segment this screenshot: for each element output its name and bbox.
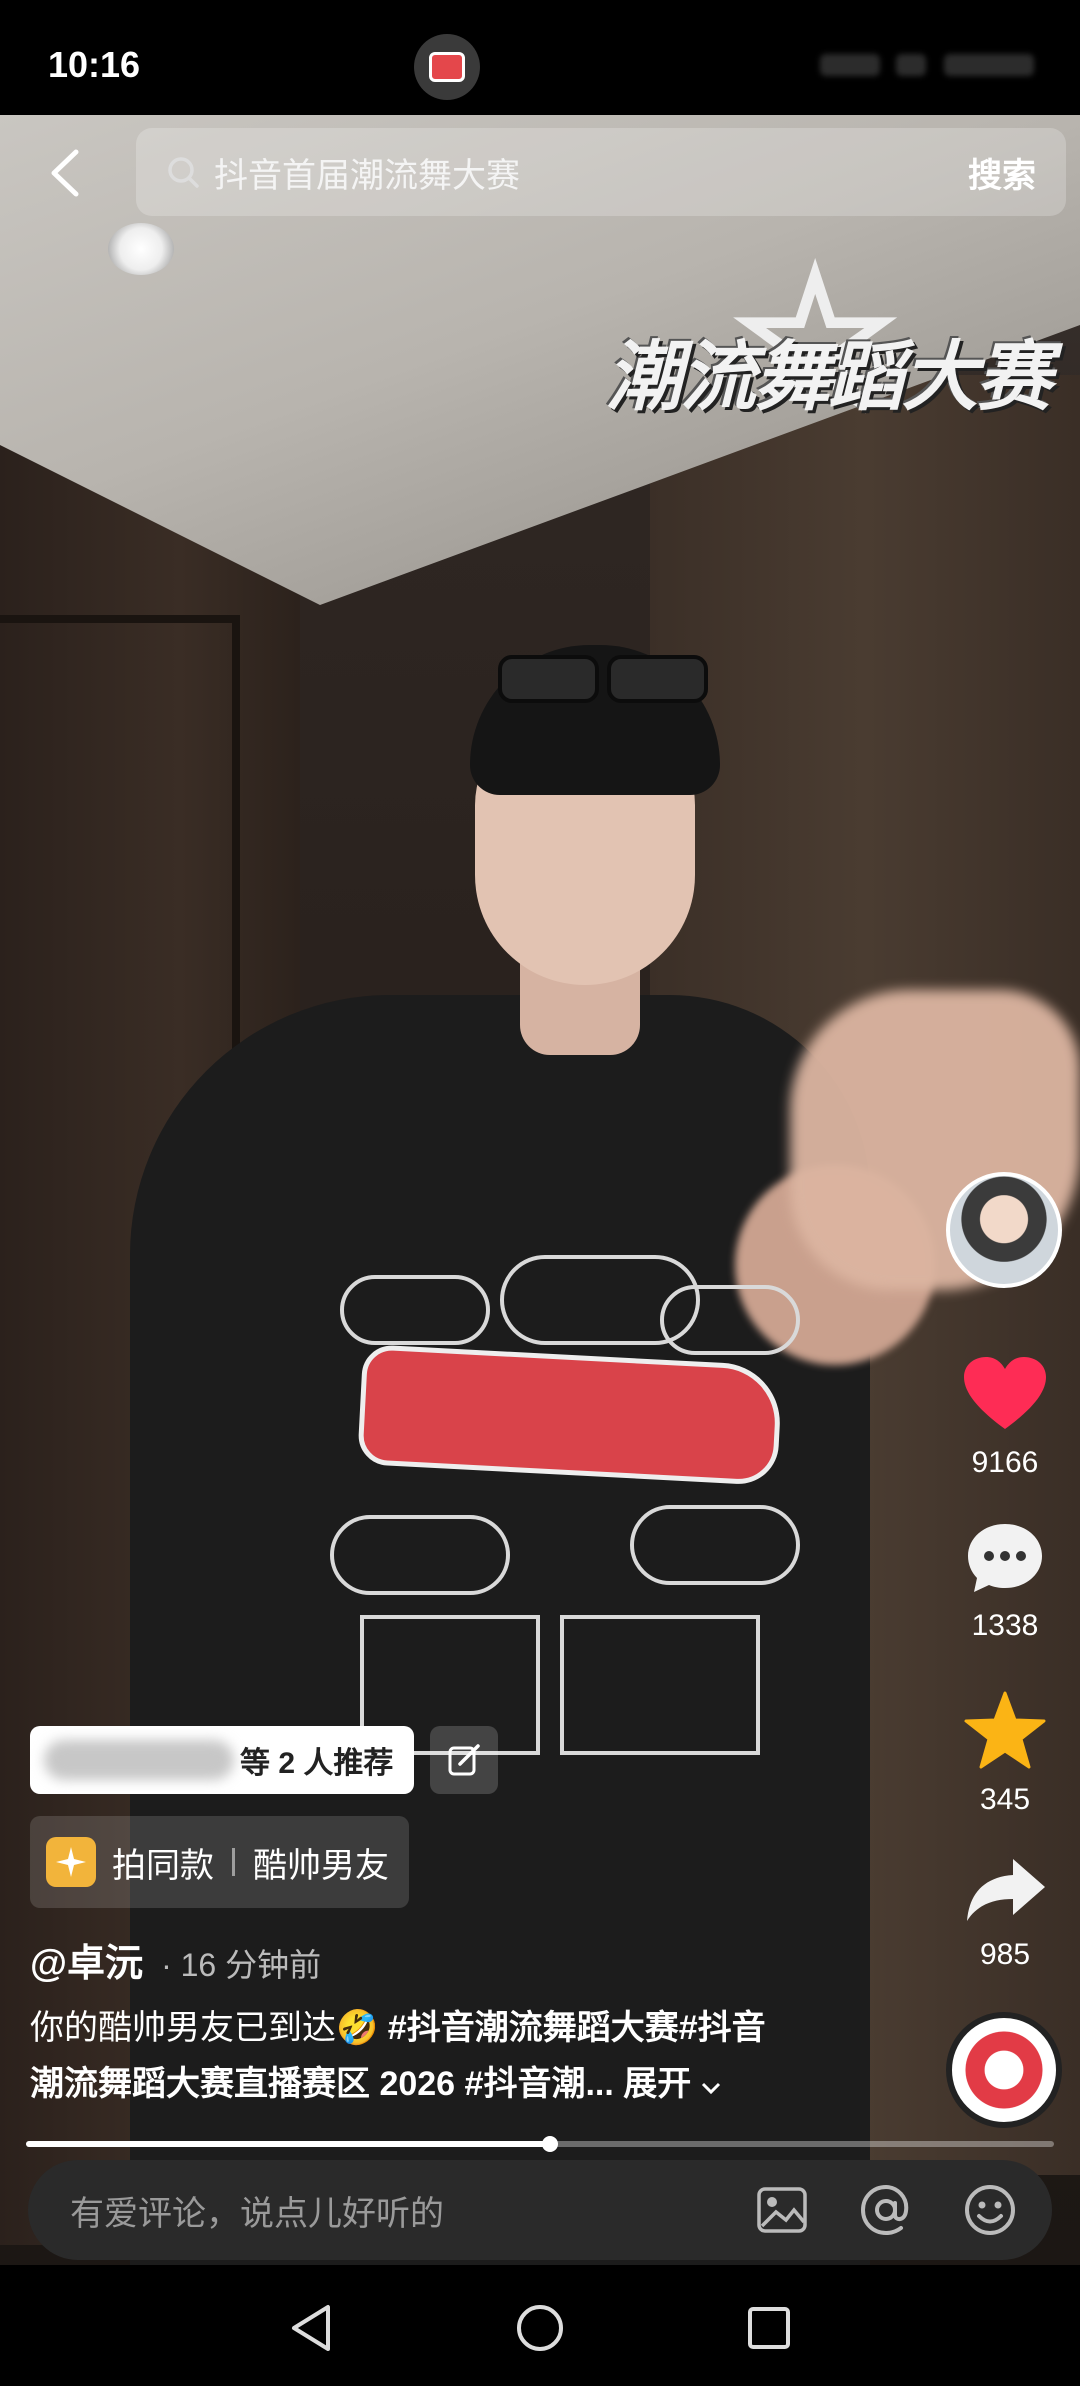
recommend-edit-button[interactable]: [430, 1726, 498, 1794]
post-description[interactable]: 你的酷帅男友已到达🤣 #抖音潮流舞蹈大赛#抖音 潮流舞蹈大赛直播赛区 2026 …: [30, 2000, 930, 2112]
author-avatar[interactable]: [946, 1172, 1062, 1288]
status-bar: 10:16: [0, 0, 1080, 115]
search-input[interactable]: 抖音首届潮流舞大赛: [214, 148, 968, 197]
expand-button[interactable]: 展开: [623, 2065, 720, 2103]
video-progress-bar[interactable]: [26, 2136, 1054, 2152]
search-button[interactable]: 搜索: [968, 148, 1036, 197]
recommendation-row: 等 2 人推荐: [30, 1726, 498, 1794]
favorite-button[interactable]: 345: [940, 1690, 1070, 1817]
nav-recents-button[interactable]: [734, 2293, 804, 2363]
chevron-down-icon: [701, 2082, 720, 2095]
comment-bar: 有爱评论，说点儿好听的: [28, 2160, 1052, 2260]
heart-icon: [964, 1357, 1046, 1429]
recommender-names-blurred: [44, 1740, 234, 1780]
event-logo-text: 潮流舞蹈大赛: [606, 332, 1052, 421]
emoji-icon: [965, 2185, 1015, 2235]
star-icon: [964, 1691, 1046, 1769]
nav-back-button[interactable]: [276, 2293, 346, 2363]
mention-button[interactable]: [854, 2178, 918, 2242]
image-button[interactable]: [750, 2178, 814, 2242]
progress-fill: [26, 2141, 551, 2147]
hashtag[interactable]: #抖音潮流舞蹈大赛#抖音: [388, 2009, 766, 2047]
status-icons-blurred: [820, 50, 1040, 80]
back-button[interactable]: [40, 148, 90, 198]
image-icon: [757, 2187, 807, 2233]
share-count: 985: [979, 1938, 1031, 1971]
author-name[interactable]: @卓沅: [30, 1932, 143, 1987]
system-nav-bar: [0, 2265, 1080, 2386]
like-button[interactable]: 9166: [940, 1355, 1070, 1480]
same-style-label: 拍同款: [112, 1846, 214, 1885]
emoji-button[interactable]: [958, 2178, 1022, 2242]
favorite-count: 345: [979, 1783, 1031, 1816]
hashtag[interactable]: #抖音潮...: [465, 2065, 614, 2103]
search-icon: [168, 157, 199, 188]
comment-input[interactable]: 有爱评论，说点儿好听的: [70, 2186, 750, 2235]
app-indicator-icon: [414, 34, 480, 100]
nav-home-button[interactable]: [505, 2293, 575, 2363]
share-arrow-icon: [967, 1859, 1045, 1921]
event-logo: ☆ 潮流舞蹈大赛: [606, 229, 1052, 450]
author-line: @卓沅 · 16 分钟前: [30, 1932, 321, 1987]
recommenders-pill[interactable]: 等 2 人推荐: [30, 1726, 414, 1794]
comment-count: 1338: [971, 1609, 1039, 1642]
sunglasses: [498, 655, 708, 703]
comment-icon: [968, 1524, 1042, 1592]
edit-icon: [448, 1744, 480, 1776]
like-count: 9166: [971, 1446, 1039, 1479]
share-button[interactable]: 985: [940, 1855, 1070, 1972]
circle-home-icon: [517, 2305, 563, 2351]
post-time: · 16 分钟前: [161, 1947, 322, 1983]
same-style-chip[interactable]: 拍同款 酷帅男友: [30, 1816, 409, 1908]
video-scene-light: [108, 223, 174, 275]
triangle-back-icon: [292, 2305, 330, 2351]
description-text: 你的酷帅男友已到达🤣: [30, 2009, 388, 2047]
search-bar[interactable]: 抖音首届潮流舞大赛 搜索: [136, 128, 1066, 216]
square-recents-icon: [748, 2307, 790, 2349]
recommend-count-label: 等 2 人推荐: [240, 1747, 394, 1780]
back-arrow-icon: [51, 149, 79, 197]
description-text: 潮流舞蹈大赛直播赛区 2026: [30, 2065, 465, 2103]
music-disc[interactable]: [946, 2012, 1062, 2128]
at-icon: [860, 2184, 909, 2236]
sparkle-icon: [46, 1837, 96, 1887]
status-time: 10:16: [48, 44, 141, 85]
same-style-name: 酷帅男友: [253, 1846, 389, 1885]
comment-button[interactable]: 1338: [940, 1520, 1070, 1643]
